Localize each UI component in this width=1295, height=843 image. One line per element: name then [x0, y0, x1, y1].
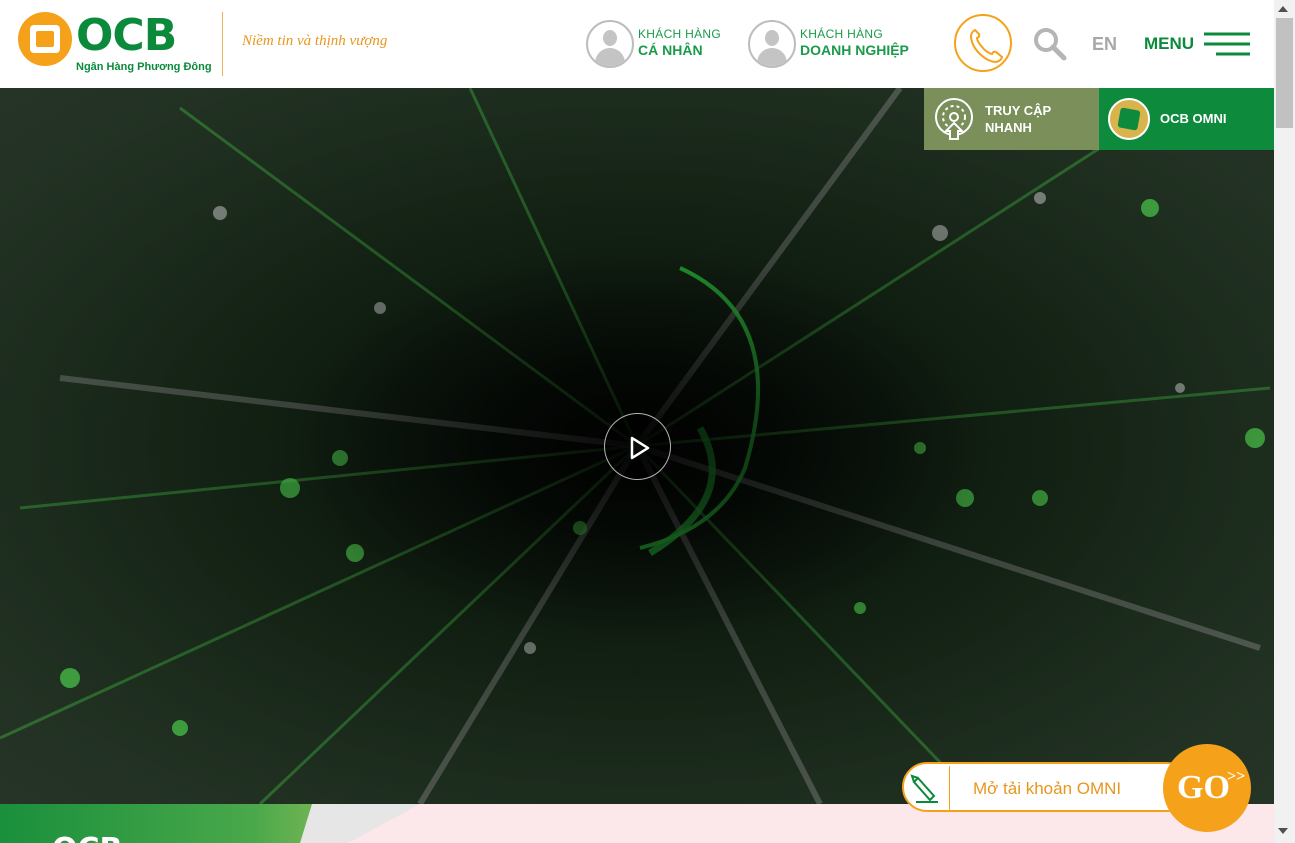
- pen-icon: [910, 774, 938, 803]
- teaser-logo: OCB: [52, 832, 122, 843]
- header-divider: [222, 12, 223, 76]
- phone-icon: [969, 28, 1004, 64]
- site-header: OCB Ngân Hàng Phương Đông Niềm tin và th…: [0, 0, 1274, 88]
- avatar-personal-icon: [586, 20, 634, 68]
- play-video-button[interactable]: [604, 413, 671, 480]
- scroll-down-arrow[interactable]: [1278, 828, 1288, 834]
- hero-video: [0, 88, 1274, 804]
- ocb-logo-mark: [18, 12, 72, 66]
- scroll-up-arrow[interactable]: [1278, 6, 1288, 12]
- pen-icon-wrap: [906, 766, 950, 812]
- language-switch[interactable]: EN: [1092, 34, 1117, 55]
- hamburger-icon: [1204, 32, 1250, 56]
- logo-subtitle: Ngân Hàng Phương Đông: [76, 61, 212, 73]
- quick-access-button[interactable]: TRUY CẬP NHANH: [924, 88, 1099, 150]
- play-icon: [630, 436, 650, 460]
- omni-logo-icon: [1108, 98, 1150, 140]
- personal-customer-link[interactable]: KHÁCH HÀNG CÁ NHÂN: [586, 20, 736, 68]
- open-omni-account-cta[interactable]: Mở tải khoản OMNI: [902, 762, 1202, 812]
- go-button[interactable]: GO >>: [1163, 744, 1251, 832]
- omni-label: OCB OMNI: [1160, 111, 1227, 126]
- business-line1: KHÁCH HÀNG: [800, 27, 884, 41]
- avatar-business-icon: [748, 20, 796, 68]
- scrollbar-thumb[interactable]: [1276, 18, 1293, 128]
- quick-bar: TRUY CẬP NHANH OCB OMNI: [924, 88, 1274, 150]
- open-account-label: Mở tải khoản OMNI: [973, 779, 1122, 798]
- go-suffix: >>: [1227, 768, 1246, 785]
- personal-line1: KHÁCH HÀNG: [638, 27, 722, 41]
- ocb-omni-button[interactable]: OCB OMNI: [1099, 88, 1274, 150]
- slogan: Niềm tin và thịnh vượng: [242, 33, 388, 49]
- ocb-logo[interactable]: OCB Ngân Hàng Phương Đông: [18, 10, 212, 76]
- business-line2: DOANH NGHIỆP: [800, 42, 909, 58]
- menu-button[interactable]: MENU: [1144, 26, 1254, 62]
- cta-pill: Mở tải khoản OMNI: [902, 762, 1192, 812]
- search-button[interactable]: [1032, 26, 1068, 62]
- search-icon: [1034, 28, 1067, 61]
- go-label: GO: [1177, 769, 1230, 806]
- teaser-swoosh: [300, 804, 420, 843]
- quick-access-label: TRUY CẬP NHANH: [985, 103, 1051, 135]
- logo-text: OCB: [76, 10, 177, 61]
- phone-button[interactable]: [954, 14, 1012, 72]
- gauge-icon: [935, 98, 973, 140]
- personal-line2: CÁ NHÂN: [638, 42, 703, 58]
- menu-label: MENU: [1144, 34, 1195, 53]
- business-customer-link[interactable]: KHÁCH HÀNG DOANH NGHIỆP: [748, 20, 928, 68]
